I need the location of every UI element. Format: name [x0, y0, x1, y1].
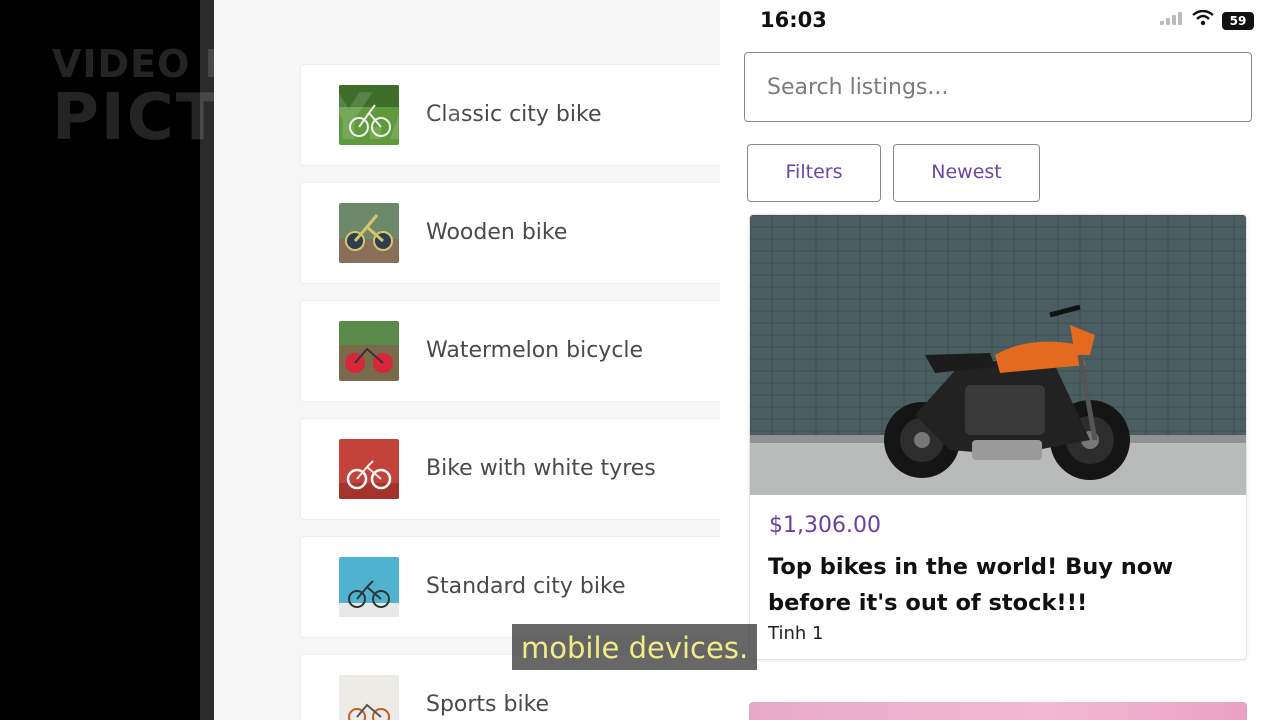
listing-row[interactable]: Classic city bike — [300, 64, 720, 166]
sort-newest-button[interactable]: Newest — [893, 144, 1040, 202]
desktop-listings-view: Classic city bike Wooden bike Watermelon… — [214, 0, 720, 720]
motorcycle-photo — [750, 215, 1246, 495]
next-listing-card[interactable] — [749, 702, 1247, 720]
listing-row[interactable]: Bike with white tyres — [300, 418, 720, 520]
status-bar: 16:03 59 — [720, 0, 1280, 42]
listing-row[interactable]: Watermelon bicycle — [300, 300, 720, 402]
status-time: 16:03 — [760, 8, 827, 32]
listing-title: Top bikes in the world! Buy now before i… — [768, 554, 1174, 616]
listing-location: Tinh 1 — [768, 623, 824, 644]
listing-thumbnail — [339, 439, 399, 499]
battery-icon: 59 — [1222, 11, 1254, 30]
wifi-icon — [1192, 9, 1214, 31]
search-input[interactable] — [744, 52, 1252, 122]
video-letterbox-left — [0, 0, 200, 720]
listing-thumbnail — [339, 557, 399, 617]
status-icons: 59 — [1160, 9, 1254, 31]
listing-title: Watermelon bicycle — [426, 338, 644, 363]
window-edge — [200, 0, 214, 720]
listing-row[interactable]: Wooden bike — [300, 182, 720, 284]
listing-price: $1,306.00 — [769, 513, 881, 538]
listing-row[interactable]: Standard city bike — [300, 536, 720, 638]
listing-thumbnail — [339, 203, 399, 263]
filters-button[interactable]: Filters — [747, 144, 881, 202]
listing-card[interactable]: $1,306.00 Top bikes in the world! Buy no… — [749, 214, 1247, 660]
listing-thumbnail — [339, 675, 399, 720]
listing-thumbnail — [339, 85, 399, 145]
listing-thumbnail — [339, 321, 399, 381]
listing-image — [750, 215, 1246, 495]
signal-icon — [1160, 11, 1184, 30]
listing-title: Bike with white tyres — [426, 456, 656, 481]
video-caption: mobile devices. — [512, 624, 758, 670]
mobile-screen: 16:03 59 Filters Newest — [720, 0, 1280, 720]
listing-title: Standard city bike — [426, 574, 626, 599]
listing-title: Wooden bike — [426, 220, 568, 245]
listing-title: Classic city bike — [426, 102, 602, 127]
